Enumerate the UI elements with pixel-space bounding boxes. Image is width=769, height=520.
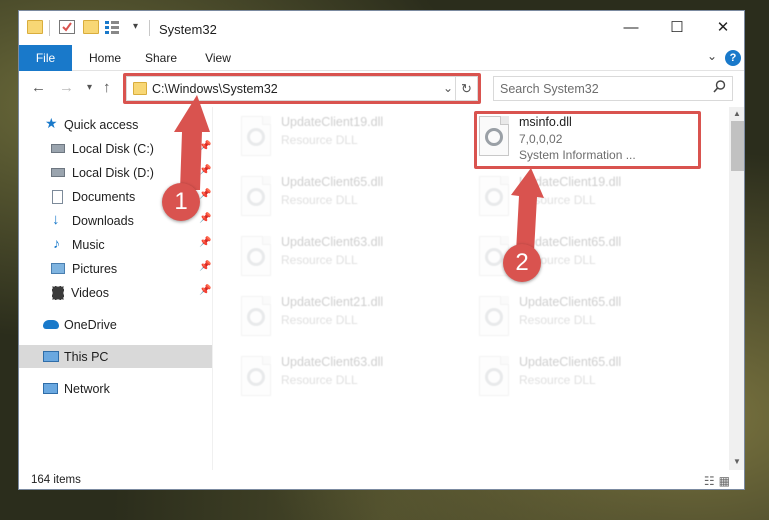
callout-badge: 1 — [162, 183, 200, 221]
arrow-1 — [174, 95, 210, 190]
callout-badge: 2 — [503, 244, 541, 282]
annotation-arrows — [174, 95, 544, 252]
arrow-2 — [511, 168, 544, 252]
